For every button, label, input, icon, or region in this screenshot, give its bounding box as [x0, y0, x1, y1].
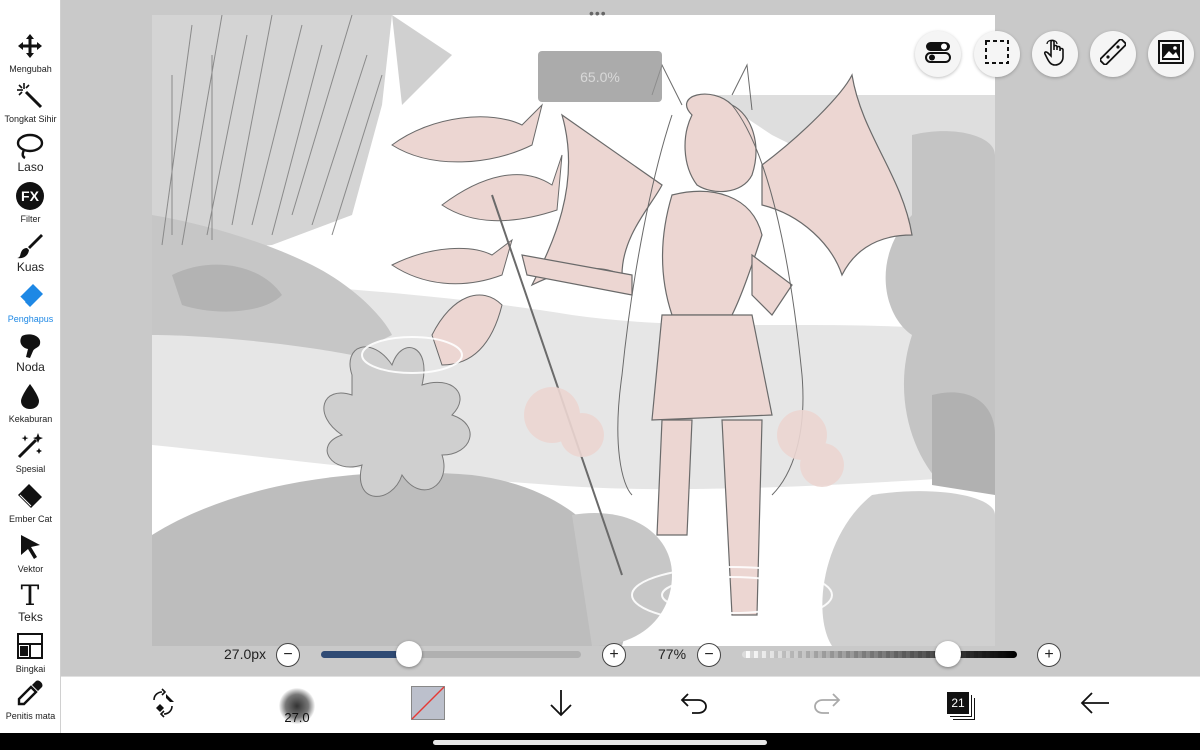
tool-frame[interactable]: Bingkai [0, 628, 61, 678]
text-icon: T [14, 581, 46, 611]
text-glyph: T [20, 579, 40, 612]
frame-icon [14, 631, 46, 661]
tool-text[interactable]: T Teks [0, 578, 61, 628]
selection-icon [984, 39, 1010, 70]
minus-icon: − [704, 646, 714, 663]
redo-button[interactable] [805, 677, 849, 734]
touch-hand-button[interactable] [1032, 31, 1078, 77]
move-icon [14, 31, 46, 61]
tool-paint-bucket[interactable]: Ember Cat [0, 478, 61, 528]
more-dots-handle[interactable]: ••• [589, 6, 607, 20]
layers-button[interactable]: 21 [939, 677, 983, 734]
paint-bucket-icon [14, 481, 46, 511]
undo-button[interactable] [672, 677, 716, 734]
toggle-settings-icon [925, 40, 951, 69]
settings-toggle-button[interactable] [915, 31, 961, 77]
tool-special[interactable]: Spesial [0, 428, 61, 478]
download-arrow-icon [548, 688, 574, 723]
opacity-thumb[interactable] [935, 641, 962, 667]
plus-icon: + [609, 646, 619, 663]
brush-size-decrease-button[interactable]: − [276, 643, 300, 667]
lasso-icon [14, 131, 46, 161]
brush-preview-label: 27.0 [284, 709, 310, 725]
download-button[interactable] [539, 677, 583, 734]
tool-magic-wand[interactable]: Tongkat Sihir [0, 78, 61, 128]
brush-size-thumb[interactable] [396, 641, 423, 667]
redo-icon [813, 691, 841, 720]
selection-button[interactable] [974, 31, 1020, 77]
eyedropper-icon [14, 678, 46, 708]
tool-blur[interactable]: Kekaburan [0, 378, 61, 428]
tool-label: Penitis mata [5, 711, 56, 721]
back-button[interactable] [1073, 677, 1117, 734]
opacity-slider[interactable] [742, 641, 1017, 667]
layers-icon: 21 [947, 691, 975, 720]
opacity-increase-button[interactable]: + [1037, 643, 1061, 667]
tool-label: Kuas [16, 260, 45, 274]
fx-filter-icon: FX [14, 181, 46, 211]
tool-label: Bingkai [15, 664, 46, 674]
tool-smudge[interactable]: Noda [0, 328, 61, 378]
tool-label: Penghapus [7, 314, 54, 324]
brush-size-increase-button[interactable]: + [602, 643, 626, 667]
brush-size-slider[interactable] [321, 641, 581, 667]
transform-eraser-button[interactable] [141, 677, 185, 734]
opacity-toast: 65.0% [538, 51, 662, 102]
drawing-canvas[interactable] [152, 15, 995, 646]
tool-label: Teks [18, 610, 43, 624]
ruler-button[interactable] [1090, 31, 1136, 77]
tool-eraser[interactable]: Penghapus [0, 278, 61, 328]
minus-icon: − [283, 646, 293, 663]
opacity-decrease-button[interactable]: − [697, 643, 721, 667]
transform-eraser-icon [148, 688, 178, 723]
sparkle-wand-icon [14, 431, 46, 461]
tool-lasso[interactable]: Laso [0, 128, 61, 178]
tool-label: Noda [16, 360, 45, 374]
brush-preview-icon: 27.0 [277, 686, 317, 726]
undo-icon [680, 691, 708, 720]
image-icon [1158, 39, 1184, 69]
hand-touch-icon [1042, 38, 1068, 71]
opacity-value: 77% [658, 646, 687, 662]
blur-drop-icon [14, 381, 46, 411]
color-swatch-button[interactable] [406, 677, 450, 734]
eraser-icon [14, 281, 46, 311]
back-arrow-icon [1080, 692, 1110, 719]
tool-sidebar: Mengubah Tongkat Sihir Laso FX Filter Ku… [0, 0, 61, 733]
image-button[interactable] [1148, 31, 1194, 77]
smudge-icon [14, 331, 46, 361]
tool-label: Tongkat Sihir [4, 114, 57, 124]
tool-vector[interactable]: Vektor [0, 528, 61, 578]
home-indicator[interactable] [433, 740, 767, 745]
brush-size-value: 27.0px [224, 646, 267, 662]
layer-count: 21 [947, 691, 969, 714]
tool-filter[interactable]: FX Filter [0, 178, 61, 228]
tool-label: Ember Cat [8, 514, 52, 524]
ruler-icon [1099, 37, 1127, 70]
tool-move[interactable]: Mengubah [0, 28, 61, 78]
tool-label: Filter [20, 214, 41, 224]
brush-icon [14, 231, 46, 261]
sketch-artwork [152, 15, 995, 646]
bottom-toolbar: 27.0 21 [61, 676, 1200, 733]
tool-label: Kekaburan [8, 414, 53, 424]
magic-wand-icon [14, 81, 46, 111]
tool-eyedropper[interactable]: Penitis mata [0, 675, 61, 725]
brush-preview-button[interactable]: 27.0 [269, 677, 325, 734]
tool-brush[interactable]: Kuas [0, 228, 61, 278]
color-swatch-icon [411, 686, 445, 725]
tool-label: Spesial [15, 464, 46, 474]
fx-text: FX [16, 182, 44, 210]
tool-label: Vektor [17, 564, 44, 574]
tool-label: Mengubah [9, 64, 52, 74]
vector-arrow-icon [14, 531, 46, 561]
plus-icon: + [1044, 646, 1054, 663]
tool-label: Laso [17, 160, 44, 174]
